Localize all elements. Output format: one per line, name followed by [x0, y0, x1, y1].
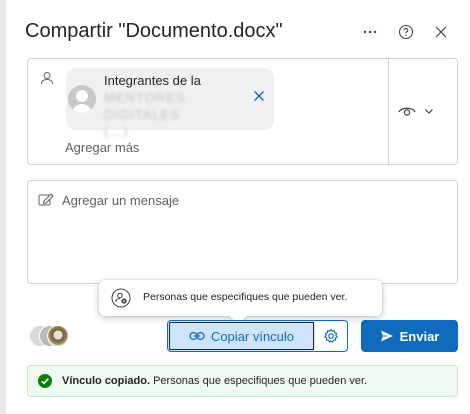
more-options-button[interactable]	[358, 20, 382, 44]
copy-link-label: Copiar vínculo	[210, 328, 295, 344]
toast-message: Vínculo copiado. Personas que especifiqu…	[62, 375, 367, 387]
checkmark-circle-icon	[38, 374, 52, 388]
link-icon	[189, 331, 205, 341]
recipient-name-line2: MENTORES DIGITALES	[104, 90, 186, 122]
recipient-name-line1: Integrantes de la	[104, 73, 201, 88]
message-placeholder: Agregar un mensaje	[62, 193, 180, 208]
help-icon	[398, 24, 414, 40]
send-button[interactable]: Enviar	[361, 320, 458, 352]
more-horizontal-icon	[363, 30, 377, 34]
people-settings-icon	[111, 288, 131, 308]
dialog-title: Compartir "Documento.docx"	[25, 20, 283, 42]
send-icon	[380, 330, 393, 342]
send-label: Enviar	[399, 328, 440, 344]
close-icon	[435, 26, 447, 38]
eye-icon	[398, 107, 416, 116]
edit-message-icon	[38, 193, 54, 206]
permission-dropdown[interactable]	[398, 99, 448, 123]
link-settings-button[interactable]	[315, 320, 348, 352]
tooltip-text: Personas que especifiques que pueden ver…	[143, 291, 348, 303]
recipient-name-line3: (...)	[104, 124, 129, 139]
help-button[interactable]	[394, 20, 418, 44]
add-more-input[interactable]: Agregar más	[65, 140, 139, 155]
divider	[388, 59, 389, 164]
avatar	[68, 85, 96, 113]
remove-recipient-button[interactable]	[250, 89, 268, 107]
close-button[interactable]	[429, 20, 453, 44]
gear-icon	[324, 328, 338, 343]
share-dialog: Compartir "Documento.docx" Integrantes d…	[0, 0, 470, 414]
link-copied-toast: Vínculo copiado. Personas que especifiqu…	[27, 365, 458, 397]
shared-with-avatars[interactable]	[29, 323, 69, 351]
copy-link-button[interactable]: Copiar vínculo	[167, 320, 316, 352]
background-strip	[0, 0, 6, 414]
toast-bold-text: Vínculo copiado.	[62, 375, 151, 387]
avatar	[47, 325, 69, 347]
message-field[interactable]: Agregar un mensaje	[27, 180, 458, 284]
person-icon	[41, 72, 53, 85]
chevron-down-icon	[425, 109, 433, 114]
recipient-chip[interactable]: Integrantes de la MENTORES DIGITALES (..…	[66, 68, 274, 139]
recipient-name: Integrantes de la MENTORES DIGITALES (..…	[104, 72, 249, 140]
link-settings-tooltip: Personas que especifiques que pueden ver…	[99, 280, 382, 316]
dismiss-icon	[254, 91, 264, 101]
recipients-field[interactable]: Integrantes de la MENTORES DIGITALES (..…	[27, 58, 458, 165]
toast-detail-text: Personas que especifiques que pueden ver…	[150, 375, 368, 387]
